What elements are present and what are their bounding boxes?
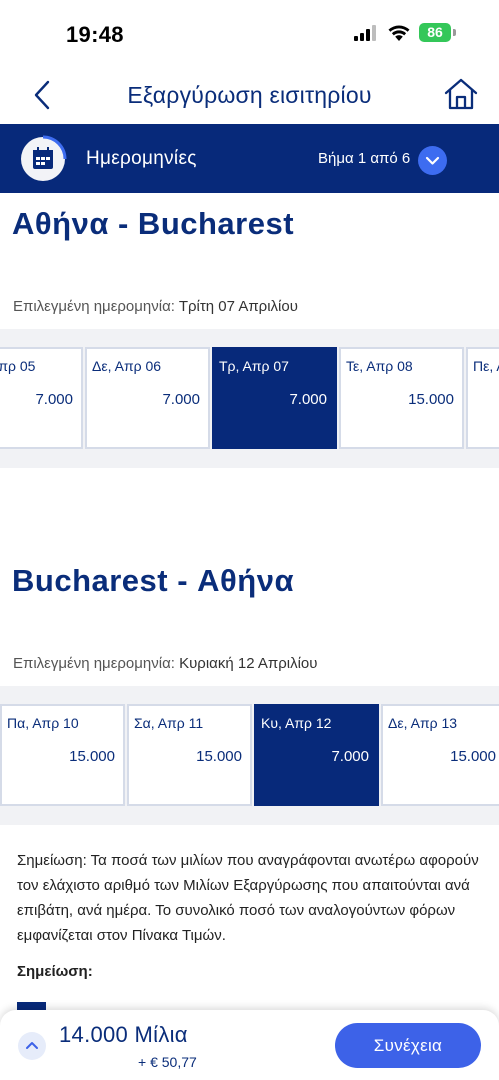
inbound-route-title: Bucharest - Αθήνα	[12, 563, 295, 598]
date-miles: 15.000	[450, 748, 496, 765]
bottom-summary-bar: 14.000 Μίλια + € 50,77 Συνέχεια	[0, 1010, 499, 1080]
chevron-left-icon[interactable]	[28, 78, 58, 112]
date-label: Πε, Απρ 09	[473, 358, 499, 374]
total-miles: 14.000 Μίλια	[59, 1022, 188, 1047]
outbound-route-title: Αθήνα - Bucharest	[12, 206, 295, 241]
inbound-date-carousel[interactable]: Πα, Απρ 10 15.000 Σα, Απρ 11 15.000 Κυ, …	[0, 686, 499, 825]
step-title: Ημερομηνίες	[86, 148, 197, 169]
nav-header: Εξαργύρωση εισιτηρίου	[0, 64, 499, 124]
battery-cap	[453, 29, 456, 36]
inbound-selected-date: Επιλεγμένη ημερομηνία: Κυριακή 12 Απριλί…	[13, 655, 317, 672]
date-miles: 7.000	[162, 391, 200, 408]
total-taxes: + € 50,77	[138, 1054, 197, 1070]
outbound-date-carousel[interactable]: Κυ, Απρ 05 7.000 Δε, Απρ 06 7.000 Τρ, Απ…	[0, 329, 499, 468]
continue-button[interactable]: Συνέχεια	[335, 1023, 481, 1068]
outbound-selected-date: Επιλεγμένη ημερομηνία: Τρίτη 07 Απριλίου	[13, 298, 298, 315]
date-miles: 15.000	[408, 391, 454, 408]
date-cell[interactable]: Σα, Απρ 11 15.000	[127, 704, 252, 806]
status-time: 19:48	[66, 22, 124, 47]
battery-level: 86	[427, 24, 443, 40]
selected-date-label: Επιλεγμένη ημερομηνία:	[13, 655, 175, 672]
date-label: Δε, Απρ 06	[92, 358, 162, 374]
step-expand-button[interactable]	[418, 146, 447, 175]
miles-note: Σημείωση: Τα ποσά των μιλίων που αναγράφ…	[17, 852, 479, 944]
step-bar: Ημερομηνίες Βήμα 1 από 6	[0, 124, 499, 193]
date-miles: 15.000	[196, 748, 242, 765]
date-miles: 7.000	[289, 391, 327, 408]
date-cell[interactable]: Δε, Απρ 13 15.000	[381, 704, 499, 806]
note-heading: Σημείωση:	[17, 963, 93, 980]
date-label: Τρ, Απρ 07	[219, 358, 289, 374]
battery-indicator: 86	[419, 23, 451, 42]
date-cell[interactable]: Πα, Απρ 10 15.000	[0, 704, 125, 806]
date-label: Κυ, Απρ 05	[0, 358, 36, 374]
step-counter: Βήμα 1 από 6	[318, 150, 411, 167]
date-miles: 15.000	[69, 748, 115, 765]
page-title: Εξαργύρωση εισιτηρίου	[127, 82, 372, 108]
selected-date-value: Τρίτη 07 Απριλίου	[178, 298, 298, 315]
cellular-signal-icon	[354, 25, 378, 41]
chevron-up-icon	[26, 1042, 38, 1049]
calendar-icon	[33, 135, 67, 169]
date-cell[interactable]: Κυ, Απρ 05 7.000	[0, 347, 83, 449]
date-miles: 7.000	[35, 391, 73, 408]
home-icon[interactable]	[443, 76, 479, 112]
date-label: Κυ, Απρ 12	[261, 715, 332, 731]
status-bar: 19:48 86	[0, 0, 499, 64]
date-cell-selected[interactable]: Τρ, Απρ 07 7.000	[212, 347, 337, 449]
wifi-icon	[388, 25, 410, 41]
date-cell[interactable]: Δε, Απρ 06 7.000	[85, 347, 210, 449]
date-cell[interactable]: Τε, Απρ 08 15.000	[339, 347, 464, 449]
date-label: Σα, Απρ 11	[134, 715, 204, 731]
date-label: Τε, Απρ 08	[346, 358, 413, 374]
date-miles: 7.000	[331, 748, 369, 765]
chevron-down-icon	[425, 156, 440, 165]
selected-date-label: Επιλεγμένη ημερομηνία:	[13, 298, 175, 315]
date-label: Πα, Απρ 10	[7, 715, 79, 731]
expand-summary-button[interactable]	[18, 1032, 46, 1060]
date-cell[interactable]: Πε, Απρ 09	[466, 347, 499, 449]
date-cell-selected[interactable]: Κυ, Απρ 12 7.000	[254, 704, 379, 806]
selected-date-value: Κυριακή 12 Απριλίου	[179, 655, 318, 672]
date-label: Δε, Απρ 13	[388, 715, 458, 731]
